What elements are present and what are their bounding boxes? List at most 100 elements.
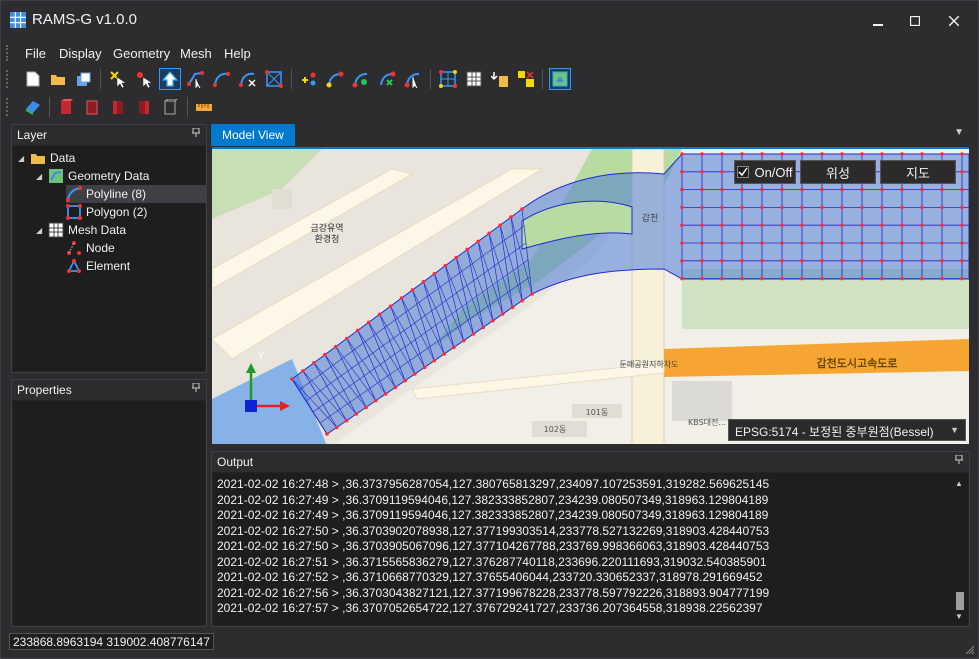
menu-geometry[interactable]: Geometry [113,46,170,61]
pin-icon[interactable] [955,454,963,467]
open-button[interactable] [47,68,69,90]
move-point-button[interactable] [133,68,155,90]
layers-button[interactable] [22,96,44,118]
minimize-button[interactable] [861,9,895,33]
mesh-node [500,312,505,316]
node-move-button[interactable] [376,68,398,90]
tree-label: Element [86,259,131,273]
geometry-data-icon [49,169,63,183]
mesh-node [800,259,804,263]
ruler-button[interactable] [193,96,215,118]
close-button[interactable] [937,9,971,33]
save-button[interactable] [72,68,94,90]
map-button[interactable]: 지도 [880,160,956,184]
mesh-node [366,320,371,325]
mesh-node [700,223,704,227]
expand-arrow-icon[interactable]: ◢ [36,226,48,235]
mesh-generate-button[interactable] [437,68,459,90]
pin-icon[interactable] [192,382,200,395]
new-file-button[interactable] [22,68,44,90]
export-button[interactable] [515,68,537,90]
mesh-node [840,187,844,192]
view-box-button-5[interactable] [159,96,181,118]
mesh-node [920,276,924,281]
new-file-icon [26,71,40,87]
menu-display[interactable]: Display [59,46,102,61]
output-panel-header: Output [212,452,969,472]
mesh-node [403,378,407,383]
view-box-button-1[interactable] [55,96,77,118]
menu-file[interactable]: File [25,46,46,61]
add-node-icon [302,72,316,86]
log-line: 2021-02-02 16:27:52 > ,36.3710668770329,… [217,570,763,584]
mesh-node [960,276,964,281]
map-layer-button[interactable] [549,68,571,90]
expand-arrow-icon[interactable]: ◢ [18,154,30,163]
map-svg[interactable]: 금강유역 환경청 갑천 갑천도시고속도로 둔매공원지하차도 101동 102동 … [212,149,969,444]
node-line-button[interactable] [324,68,346,90]
maximize-button[interactable] [898,9,932,33]
map-canvas[interactable]: 금강유역 환경청 갑천 갑천도시고속도로 둔매공원지하차도 101동 102동 … [212,147,969,444]
toolbar-separator [187,97,188,117]
tree-item-polyline[interactable]: Polyline (8) [66,185,206,203]
menu-mesh[interactable]: Mesh [180,46,212,61]
layer-panel: Layer ◢ Data ◢ Geometry Data Polyline (8… [11,124,207,373]
scroll-down-icon[interactable]: ▼ [955,612,963,621]
polyline-button[interactable] [211,68,233,90]
mesh-node [491,318,495,323]
output-scrollbar[interactable]: ▲ ▼ [953,476,967,623]
mesh-node [443,263,448,268]
tree-item-mesh-data[interactable]: ◢ Mesh Data [36,221,126,239]
edit-line-button[interactable] [185,68,207,90]
mesh-node [940,241,944,245]
grid-button[interactable] [463,68,485,90]
output-lines: 2021-02-02 16:27:48 > ,36.3737956287054,… [217,477,947,617]
mesh-node [960,223,964,227]
tree-label: Polyline (8) [86,187,147,201]
toolbar-grip[interactable] [6,98,10,116]
add-point-button[interactable] [107,68,129,90]
toolbar-grip[interactable] [6,70,10,88]
tree-item-data[interactable]: ◢ Data [18,149,75,167]
tree-item-geometry-data[interactable]: ◢ Geometry Data [36,167,149,185]
import-button[interactable] [489,68,511,90]
mesh-grid-button[interactable] [263,68,285,90]
select-button[interactable] [159,68,181,90]
polyline-edit-button[interactable] [237,68,259,90]
onoff-toggle[interactable]: On/Off [734,160,796,184]
view-box-button-2[interactable] [81,96,103,118]
toolbar-separator [430,69,431,89]
add-node-button[interactable] [298,68,320,90]
node-edit-button[interactable] [350,68,372,90]
mesh-node [800,276,804,281]
satellite-button[interactable]: 위성 [800,160,876,184]
resize-grip-icon[interactable] [964,644,974,654]
tree-item-node[interactable]: Node [66,239,115,257]
pin-icon[interactable] [192,127,200,140]
view-box-button-4[interactable] [133,96,155,118]
tab-model-view[interactable]: Model View [211,124,295,146]
tree-label: Node [86,241,115,255]
node-select-button[interactable] [402,68,424,90]
view-box-button-3[interactable] [107,96,129,118]
polyline-icon [66,186,82,202]
tree-item-element[interactable]: Element [66,257,130,275]
maximize-icon [910,16,920,26]
mesh-node [720,187,724,192]
chevron-down-icon[interactable]: ▼ [950,425,959,435]
tab-dropdown-icon[interactable]: ▼ [954,127,964,138]
checkbox-icon[interactable] [737,166,750,178]
crs-select[interactable]: EPSG:5174 - 보정된 중부원점(Bessel) ▼ [728,419,966,441]
expand-arrow-icon[interactable]: ◢ [36,172,48,181]
tree-item-polygon[interactable]: Polygon (2) [66,203,147,221]
mesh-node [413,372,417,376]
scroll-up-icon[interactable]: ▲ [955,479,963,488]
polygon-icon [66,204,82,220]
node-line-icon [326,71,344,88]
title-bar[interactable]: RAMS-G v1.0.0 [1,1,978,41]
menu-grip[interactable] [6,45,10,61]
menu-help[interactable]: Help [224,46,251,61]
mesh-node [720,170,724,174]
node-icon [67,241,81,255]
scrollbar-thumb[interactable] [956,592,964,610]
